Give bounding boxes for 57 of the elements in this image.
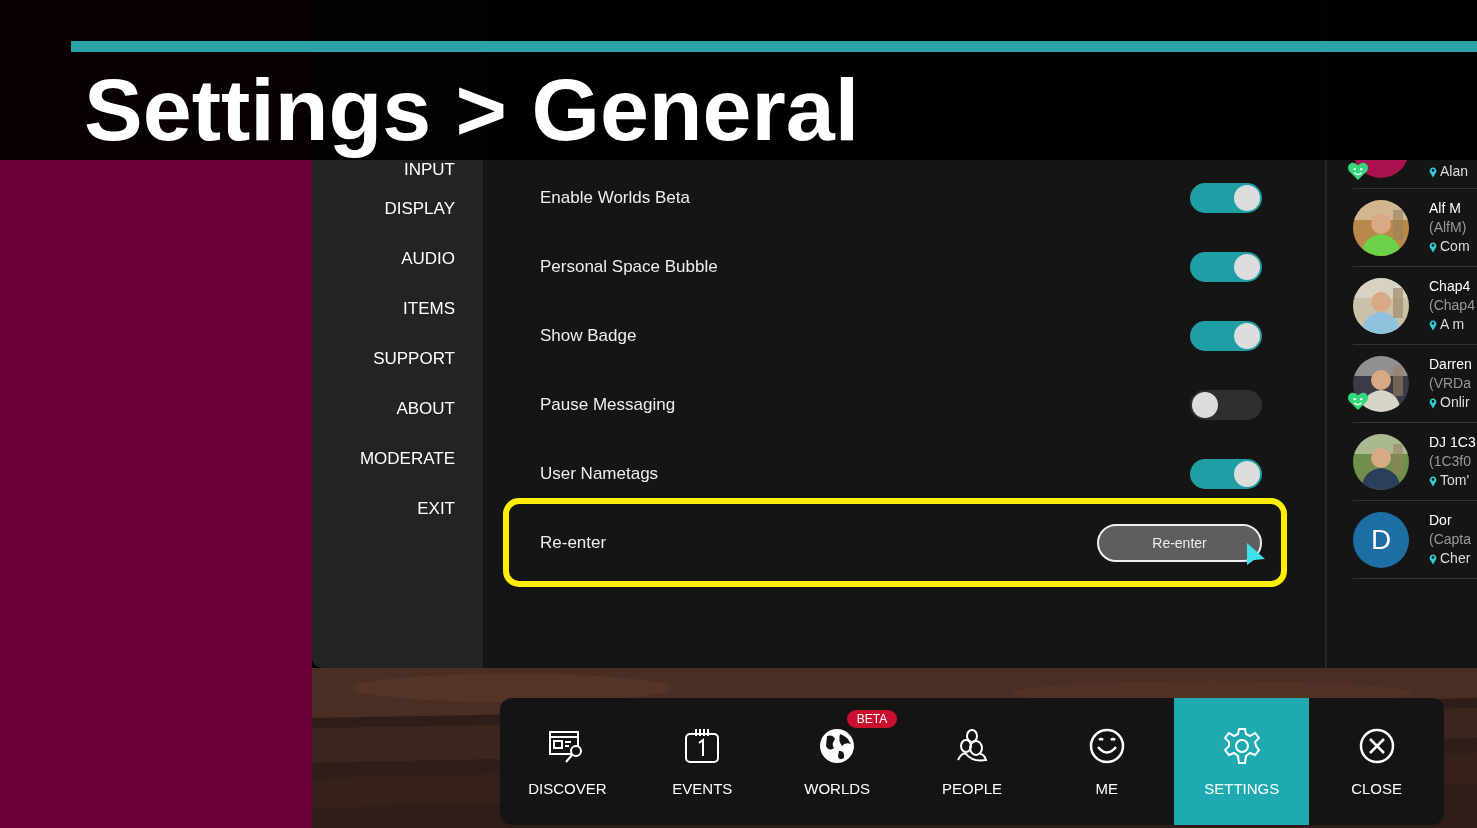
friend-name: Alf M [1429,199,1462,218]
setting-label: Pause Messaging [540,394,677,415]
toggle-switch[interactable] [1190,458,1262,489]
toggle-switch[interactable] [1190,389,1262,420]
toggle-switch[interactable] [1190,251,1262,282]
friend-location: Alan [1440,162,1469,181]
friend-handle: (VRDa [1429,374,1472,393]
dock-tab[interactable]: PEOPLE [904,698,1040,825]
sidebar-item[interactable]: EXIT [312,489,483,529]
setting-label: User Nametags [540,463,660,484]
friend-name: Dor [1429,511,1453,530]
toggle-switch[interactable] [1190,182,1262,213]
location-pin-icon [1429,240,1437,253]
location-pin-icon [1429,318,1437,331]
friend-name: DJ 1C3 [1429,433,1476,452]
dock-tab[interactable]: DISCOVER [500,698,635,825]
dock-tab[interactable]: BETA WORLDS [769,698,905,825]
friend-location: Com [1440,237,1470,256]
friend-handle: (Capta [1429,530,1472,549]
toggle-switch[interactable] [1190,320,1262,351]
re-enter-button[interactable]: Re-enter [1097,523,1262,562]
dock-tab[interactable]: CLOSE [1309,698,1444,825]
friend-name: Darren [1429,355,1472,374]
friend-handle: (1C3f0 [1429,452,1473,471]
avatar-letter: D [1353,511,1409,568]
pointer-cursor-icon [1246,541,1266,566]
friend-location: Cher [1440,549,1471,568]
location-pin-icon [1429,474,1437,487]
friend-row[interactable]: Chap4 (Chap4 A m [1353,267,1477,345]
sidebar-item[interactable]: ABOUT [312,389,483,429]
sidebar-item[interactable]: AUDIO [312,239,483,279]
location-pin-icon [1429,165,1437,178]
sidebar-item[interactable]: DISPLAY [312,189,483,229]
setting-label: Personal Space Bubble [540,256,719,277]
location-pin-icon [1429,396,1437,409]
sidebar-item[interactable]: SUPPORT [312,339,483,379]
dock-tab[interactable]: ME [1039,698,1175,825]
settings-icon [1221,726,1262,766]
friend-row[interactable]: Alf M (AlfM) Com [1353,189,1477,267]
setting-label: Show Badge [540,325,638,346]
friend-handle: (AlfM) [1429,218,1468,237]
sidebar-item[interactable]: ITEMS [312,289,483,329]
friend-row[interactable]: DJ 1C3 (1C3f0 Tom' [1353,423,1477,501]
friend-location: Onlir [1440,393,1470,412]
friend-location: Tom' [1440,471,1470,490]
friend-handle: (Chap4 [1429,296,1475,315]
page-title: Settings > General [84,60,860,160]
dock-tab[interactable]: EVENTS [634,698,770,825]
sidebar-item[interactable]: INPUT [312,160,483,180]
friend-location: A m [1440,315,1465,334]
setting-label: Enable Worlds Beta [540,187,691,208]
setting-label: Re-enter [540,532,608,553]
location-pin-icon [1429,552,1437,565]
friend-row[interactable]: D Dor (Capta Cher [1353,501,1477,579]
friend-name: Chap4 [1429,277,1472,296]
sidebar-item[interactable]: MODERATE [312,439,483,479]
beta-badge: BETA [846,710,898,728]
